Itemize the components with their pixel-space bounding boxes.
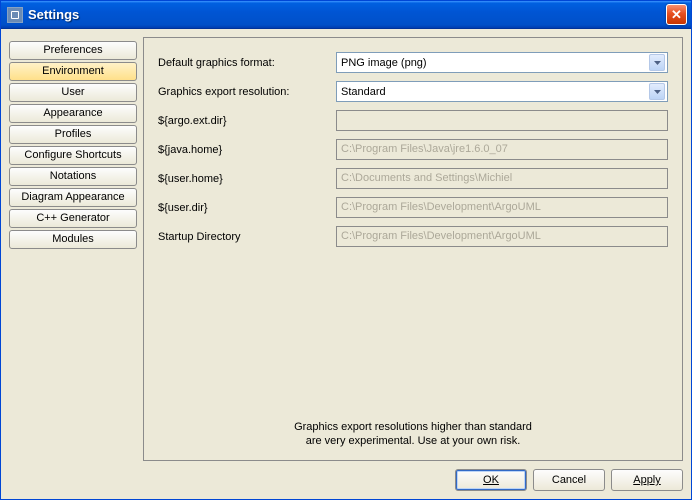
field-startup-directory: C:\Program Files\Development\ArgoUML: [336, 226, 668, 247]
combo-default-graphics-format[interactable]: PNG image (png): [336, 52, 668, 73]
spacer: [158, 247, 668, 420]
label-java-home: ${java.home}: [158, 144, 330, 156]
sidebar-item-label: Notations: [50, 170, 96, 182]
note-line: Graphics export resolutions higher than …: [158, 420, 668, 434]
content-area: Preferences Environment User Appearance …: [1, 29, 691, 499]
combo-graphics-export-resolution[interactable]: Standard: [336, 81, 668, 102]
sidebar-item-label: User: [61, 86, 84, 98]
sidebar-item-modules[interactable]: Modules: [9, 230, 137, 249]
chevron-down-icon: [649, 83, 665, 100]
field-user-dir: C:\Program Files\Development\ArgoUML: [336, 197, 668, 218]
sidebar: Preferences Environment User Appearance …: [9, 37, 137, 461]
label-user-dir: ${user.dir}: [158, 202, 330, 214]
window-title: Settings: [28, 7, 666, 22]
main-panel: Default graphics format: PNG image (png)…: [143, 37, 683, 461]
sidebar-item-notations[interactable]: Notations: [9, 167, 137, 186]
note-line: are very experimental. Use at your own r…: [158, 434, 668, 448]
sidebar-item-preferences[interactable]: Preferences: [9, 41, 137, 60]
field-java-home: C:\Program Files\Java\jre1.6.0_07: [336, 139, 668, 160]
sidebar-item-label: Environment: [42, 65, 104, 77]
sidebar-item-label: Preferences: [43, 44, 102, 56]
sidebar-item-label: Profiles: [55, 128, 92, 140]
body-row: Preferences Environment User Appearance …: [9, 37, 683, 461]
field-argo-ext-dir[interactable]: [336, 110, 668, 131]
label-graphics-export-resolution: Graphics export resolution:: [158, 86, 330, 98]
sidebar-item-appearance[interactable]: Appearance: [9, 104, 137, 123]
sidebar-item-user[interactable]: User: [9, 83, 137, 102]
sidebar-item-label: Appearance: [43, 107, 102, 119]
dialog-buttons: OK Cancel Apply: [9, 461, 683, 491]
cancel-button[interactable]: Cancel: [533, 469, 605, 491]
close-icon: ✕: [671, 7, 682, 23]
sidebar-item-cpp-generator[interactable]: C++ Generator: [9, 209, 137, 228]
button-label: Apply: [633, 474, 661, 486]
settings-window: Settings ✕ Preferences Environment User …: [0, 0, 692, 500]
ok-button[interactable]: OK: [455, 469, 527, 491]
label-default-graphics-format: Default graphics format:: [158, 57, 330, 69]
sidebar-item-environment[interactable]: Environment: [9, 62, 137, 81]
button-label: Cancel: [552, 474, 586, 486]
label-user-home: ${user.home}: [158, 173, 330, 185]
chevron-down-icon: [649, 54, 665, 71]
sidebar-item-label: Diagram Appearance: [21, 191, 124, 203]
app-icon: [7, 7, 23, 23]
field-user-home: C:\Documents and Settings\Michiel: [336, 168, 668, 189]
label-argo-ext-dir: ${argo.ext.dir}: [158, 115, 330, 127]
sidebar-item-label: Configure Shortcuts: [24, 149, 121, 161]
form-grid: Default graphics format: PNG image (png)…: [158, 52, 668, 247]
sidebar-item-diagram-appearance[interactable]: Diagram Appearance: [9, 188, 137, 207]
sidebar-item-label: Modules: [52, 233, 94, 245]
label-startup-directory: Startup Directory: [158, 231, 330, 243]
experimental-note: Graphics export resolutions higher than …: [158, 420, 668, 452]
sidebar-item-label: C++ Generator: [36, 212, 109, 224]
combo-value: PNG image (png): [341, 57, 649, 69]
sidebar-item-configure-shortcuts[interactable]: Configure Shortcuts: [9, 146, 137, 165]
button-label: OK: [483, 474, 499, 486]
sidebar-item-profiles[interactable]: Profiles: [9, 125, 137, 144]
apply-button[interactable]: Apply: [611, 469, 683, 491]
close-button[interactable]: ✕: [666, 4, 687, 25]
combo-value: Standard: [341, 86, 649, 98]
titlebar: Settings ✕: [1, 1, 691, 29]
